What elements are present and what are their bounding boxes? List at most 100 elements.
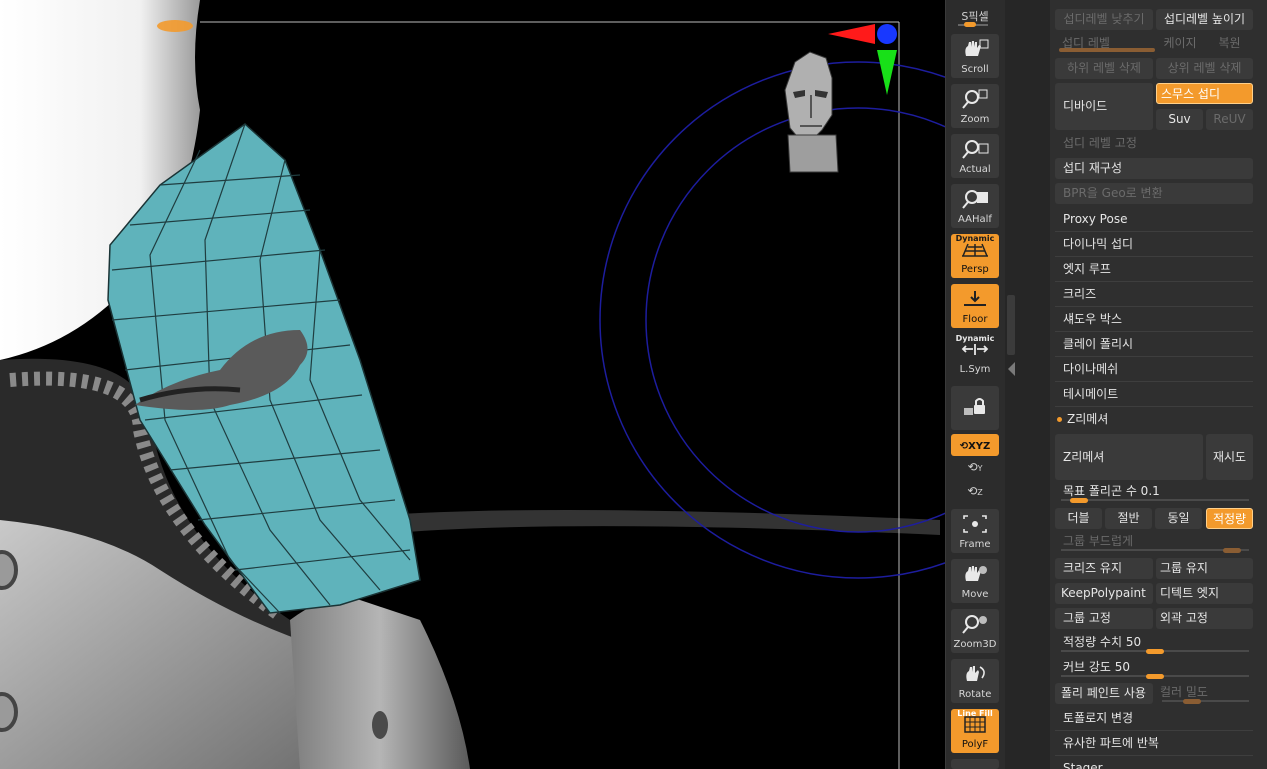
actual-size-icon — [962, 140, 989, 159]
z-rotate-button[interactable]: ⟲Z — [951, 484, 999, 498]
lsym-button[interactable]: Dynamic L.Sym — [951, 334, 999, 378]
dynamesh-section[interactable]: 다이나메쉬 — [1055, 359, 1253, 380]
group-smooth-slider[interactable]: 그룹 부드럽게 — [1055, 532, 1253, 553]
zoom-button[interactable]: Zoom — [951, 84, 999, 128]
zremesher-section-header[interactable]: Z리메셔 — [1055, 409, 1253, 430]
xyz-button[interactable]: ⟲XYZ — [951, 434, 999, 456]
double-button[interactable]: 더블 — [1055, 508, 1102, 529]
gizmo-x-axis[interactable] — [828, 24, 875, 44]
divide-button[interactable]: 디바이드 — [1055, 83, 1153, 130]
reuv-toggle[interactable]: ReUV — [1206, 109, 1253, 130]
frame-button[interactable]: Frame — [951, 509, 999, 553]
cage-button[interactable]: 케이지 — [1156, 33, 1204, 54]
divider — [1055, 356, 1253, 357]
half-button[interactable]: 절반 — [1105, 508, 1152, 529]
frame-icon — [963, 515, 987, 533]
crease-section[interactable]: 크리즈 — [1055, 284, 1253, 305]
proxy-pose-section[interactable]: Proxy Pose — [1055, 209, 1253, 230]
restore-button[interactable]: 복원 — [1206, 33, 1253, 54]
s-pixel-slider[interactable] — [958, 22, 988, 27]
xyz-text: XYZ — [968, 441, 991, 452]
retry-button[interactable]: 재시도 — [1206, 434, 1253, 480]
clay-polish-section[interactable]: 클레이 폴리시 — [1055, 334, 1253, 355]
target-polygons-slider[interactable]: 목표 폴리곤 수 0.1 — [1055, 482, 1253, 503]
stager-section[interactable]: Stager — [1055, 758, 1253, 769]
scroll-button[interactable]: Scroll — [951, 34, 999, 78]
actual-label: Actual — [959, 164, 991, 175]
tray-scrollbar[interactable] — [1007, 295, 1015, 355]
freeze-border-toggle[interactable]: 외곽 고정 — [1156, 608, 1253, 629]
zremesher-button[interactable]: Z리메셔 — [1055, 434, 1203, 480]
subdiv-lower-button[interactable]: 섭디레벨 낮추기 — [1055, 9, 1153, 30]
shadow-box-section[interactable]: 섀도우 박스 — [1055, 309, 1253, 330]
polyf-button[interactable]: Line Fill PolyF — [951, 709, 999, 753]
xyz-label: ⟲XYZ — [951, 441, 999, 452]
target-polygons-knob[interactable] — [1069, 498, 1088, 503]
aahalf-icon — [962, 190, 988, 209]
aahalf-button[interactable]: AAHalf — [951, 184, 999, 228]
color-density-slider[interactable]: 컬러 밀도 — [1156, 683, 1253, 704]
viewport-canvas[interactable] — [0, 0, 945, 769]
smooth-subdiv-toggle[interactable]: 스무스 섭디 — [1156, 83, 1253, 104]
bpr-to-geo-button[interactable]: BPR을 Geo로 변환 — [1055, 183, 1253, 204]
subdiv-level-slider[interactable]: 섭디 레벨 — [1055, 33, 1155, 54]
navigation-head-icon[interactable] — [784, 51, 839, 173]
left-bolt-1 — [0, 550, 18, 590]
floor-button[interactable]: Floor — [951, 284, 999, 328]
adaptive-size-slider[interactable]: 적정량 수치 50 — [1055, 633, 1253, 654]
delete-higher-button[interactable]: 상위 레벨 삭제 — [1156, 58, 1253, 79]
edge-loop-section[interactable]: 엣지 루프 — [1055, 259, 1253, 280]
next-shelf-button[interactable] — [951, 759, 999, 769]
divider — [1055, 256, 1253, 257]
polyf-linefill-label: Line Fill — [957, 709, 993, 718]
actual-button[interactable]: Actual — [951, 134, 999, 178]
freeze-groups-toggle[interactable]: 그룹 고정 — [1055, 608, 1153, 629]
subdiv-higher-button[interactable]: 섭디레벨 높이기 — [1156, 9, 1253, 30]
change-topology-section[interactable]: 토폴로지 변경 — [1055, 708, 1253, 729]
keep-groups-toggle[interactable]: 그룹 유지 — [1156, 558, 1253, 579]
divider — [1055, 331, 1253, 332]
rotate-button[interactable]: Rotate — [951, 659, 999, 703]
adaptive-toggle[interactable]: 적정량 — [1206, 508, 1253, 529]
suv-toggle[interactable]: Suv — [1156, 109, 1203, 130]
move-button[interactable]: Move — [951, 559, 999, 603]
zoom-label: Zoom — [960, 114, 990, 125]
curve-strength-slider[interactable]: 커브 강도 50 — [1055, 658, 1253, 679]
viewport-scene — [0, 0, 945, 769]
adaptive-size-knob[interactable] — [1146, 649, 1164, 654]
z-label: Z — [977, 488, 983, 497]
aahalf-label: AAHalf — [958, 214, 992, 225]
s-pixel-knob[interactable] — [964, 22, 976, 27]
persp-button[interactable]: Dynamic Persp — [951, 234, 999, 278]
gizmo-z-axis[interactable] — [877, 24, 897, 44]
neck-highlight — [157, 20, 193, 32]
tray-divider — [1005, 0, 1050, 769]
detect-edges-toggle[interactable]: 디텍트 엣지 — [1156, 583, 1253, 604]
repeat-similar-section[interactable]: 유사한 파트에 반복 — [1055, 733, 1253, 754]
rotate-icon — [966, 666, 985, 681]
divider — [1055, 730, 1253, 731]
zoom3d-icon — [962, 615, 987, 634]
zoom3d-button[interactable]: Zoom3D — [951, 609, 999, 653]
keep-polypaint-toggle[interactable]: KeepPolypaint — [1055, 583, 1153, 604]
target-polygons-track — [1061, 499, 1249, 501]
keep-crease-toggle[interactable]: 크리즈 유지 — [1055, 558, 1153, 579]
group-smooth-knob[interactable] — [1222, 548, 1241, 553]
y-rotate-button[interactable]: ⟲Y — [951, 460, 999, 474]
color-density-knob[interactable] — [1182, 699, 1201, 704]
fix-subdiv-button[interactable]: 섭디 레벨 고정 — [1055, 133, 1253, 154]
strap — [330, 510, 940, 540]
dynamic-subdiv-section[interactable]: 다이나믹 섭디 — [1055, 234, 1253, 255]
rebuild-subdiv-button[interactable]: 섭디 재구성 — [1055, 158, 1253, 179]
subdiv-level-track — [1059, 48, 1155, 52]
lock-camera-button[interactable] — [951, 386, 999, 430]
divider — [1055, 406, 1253, 407]
lock-camera-icon — [964, 398, 985, 415]
tessimate-section[interactable]: 테시메이트 — [1055, 384, 1253, 405]
collapse-tray-arrow-icon[interactable] — [1008, 362, 1015, 376]
curve-strength-knob[interactable] — [1146, 674, 1164, 679]
same-button[interactable]: 동일 — [1155, 508, 1202, 529]
gizmo-y-axis[interactable] — [877, 50, 897, 95]
delete-lower-button[interactable]: 하위 레벨 삭제 — [1055, 58, 1153, 79]
use-polypaint-toggle[interactable]: 폴리 페인트 사용 — [1055, 683, 1153, 704]
